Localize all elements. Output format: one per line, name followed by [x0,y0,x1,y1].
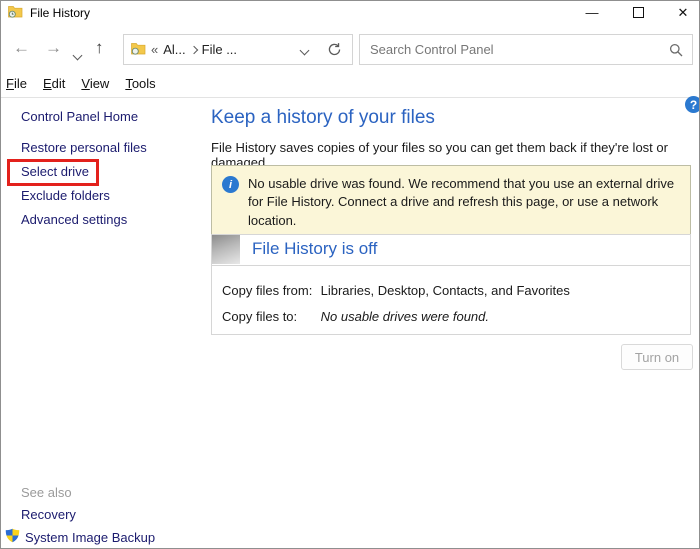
sidebar-item-recovery[interactable]: Recovery [21,507,76,522]
chevron-down-icon [73,51,83,61]
menu-edit[interactable]: Edit [35,74,73,96]
sidebar-item-control-panel-home[interactable]: Control Panel Home [21,109,138,124]
status-title: File History is off [252,239,377,259]
help-button[interactable]: ? [685,96,700,113]
copy-files-from-row: Copy files from: Libraries, Desktop, Con… [222,283,570,298]
search-box [359,34,693,65]
copy-files-to-row: Copy files to: No usable drives were fou… [222,309,489,324]
turn-on-button[interactable]: Turn on [621,344,693,370]
sidebar-item-advanced-settings[interactable]: Advanced settings [21,209,127,231]
breadcrumb-separator-icon [189,45,197,53]
folder-history-icon [131,42,146,58]
copy-to-label: Copy files to: [222,309,317,324]
copy-from-label: Copy files from: [222,283,317,298]
menu-tools[interactable]: Tools [117,74,163,96]
minimize-button[interactable]: — [576,1,608,24]
drive-thumbnail-icon [212,235,240,264]
notice-text: No usable drive was found. We recommend … [248,175,680,230]
maximize-icon [633,7,644,18]
copy-from-value: Libraries, Desktop, Contacts, and Favori… [321,283,570,298]
file-history-window: File History — ✕ ← → ↑ « Al... File ... [0,0,700,549]
refresh-button[interactable] [327,42,342,57]
address-dropdown[interactable] [301,42,308,57]
sidebar-item-select-drive[interactable]: Select drive [21,161,89,183]
search-icon[interactable] [669,43,683,62]
breadcrumb-overflow[interactable]: « [151,42,158,57]
recent-locations-dropdown[interactable] [74,46,81,64]
chevron-down-icon [300,46,310,56]
forward-button[interactable]: → [45,38,62,58]
page-title: Keep a history of your files [211,107,435,129]
breadcrumb-item-file-history[interactable]: File ... [202,42,237,57]
breadcrumb-item-all-items[interactable]: Al... [163,42,185,57]
maximize-button[interactable] [622,1,654,24]
sidebar-item-restore-personal-files[interactable]: Restore personal files [21,137,147,159]
close-button[interactable]: ✕ [667,1,699,24]
up-button[interactable]: ↑ [95,38,104,58]
refresh-icon [327,42,342,57]
title-bar: File History — ✕ [1,1,699,25]
see-also-heading: See also [21,485,72,500]
uac-shield-icon [5,528,20,546]
info-icon: i [222,176,239,193]
question-mark-icon: ? [690,98,697,112]
file-history-app-icon [8,5,23,23]
toolbar-separator [1,97,699,98]
address-bar[interactable]: « Al... File ... [123,34,353,65]
back-button[interactable]: ← [13,38,30,58]
window-title: File History [30,6,90,20]
menu-file[interactable]: File [1,74,35,96]
sidebar-item-exclude-folders[interactable]: Exclude folders [21,185,110,207]
search-input[interactable] [360,35,692,64]
menu-bar: File Edit View Tools [1,74,164,96]
status-panel-header: File History is off [212,235,690,266]
file-history-status-panel: File History is off Copy files from: Lib… [211,234,691,335]
menu-view[interactable]: View [73,74,117,96]
sidebar-item-system-image-backup[interactable]: System Image Backup [5,528,155,546]
copy-to-value: No usable drives were found. [321,309,489,324]
